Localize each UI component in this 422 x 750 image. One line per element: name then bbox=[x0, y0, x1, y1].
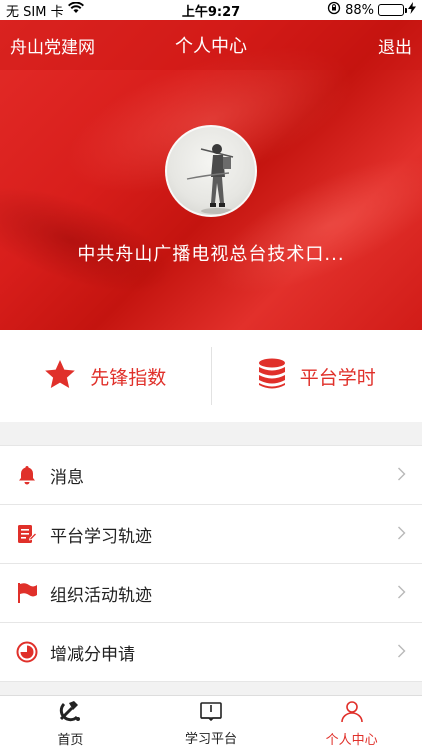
menu-item-score-application[interactable]: 增减分申请 bbox=[0, 623, 422, 682]
organization-name: 中共舟山广播电视总台技术口... bbox=[77, 244, 345, 265]
chevron-right-icon bbox=[397, 465, 406, 486]
menu-list: 消息 平台学习轨迹 组织活动轨迹 增减分申请 bbox=[0, 445, 422, 682]
status-left: 无 SIM 卡 bbox=[6, 1, 84, 20]
book-icon bbox=[199, 700, 223, 726]
menu-item-study-track[interactable]: 平台学习轨迹 bbox=[0, 505, 422, 564]
bell-icon bbox=[16, 464, 38, 486]
menu-item-label: 平台学习轨迹 bbox=[50, 526, 152, 547]
tab-study-platform[interactable]: 学习平台 bbox=[141, 696, 282, 750]
orientation-lock-icon bbox=[327, 1, 341, 19]
menu-item-label: 消息 bbox=[50, 467, 84, 488]
stats-row: 先锋指数 平台学时 bbox=[0, 330, 422, 422]
status-bar: 无 SIM 卡 上午9:27 88% bbox=[0, 0, 422, 20]
menu-item-label: 组织活动轨迹 bbox=[50, 585, 152, 606]
battery-percent: 88% bbox=[345, 2, 374, 18]
platform-hours-label: 平台学时 bbox=[299, 366, 376, 389]
carrier-text: 无 SIM 卡 bbox=[6, 4, 64, 20]
logout-button[interactable]: 退出 bbox=[378, 33, 412, 58]
study-record-icon bbox=[16, 523, 38, 545]
avatar[interactable] bbox=[165, 125, 257, 217]
chevron-right-icon bbox=[397, 642, 406, 663]
flag-icon bbox=[16, 582, 38, 604]
battery-icon bbox=[378, 4, 407, 16]
menu-item-activity-track[interactable]: 组织活动轨迹 bbox=[0, 564, 422, 623]
status-right: 88% bbox=[327, 1, 416, 19]
tab-bar: 首页 学习平台 个人中心 bbox=[0, 695, 422, 750]
party-emblem-icon bbox=[58, 699, 82, 727]
pioneer-index-button[interactable]: 先锋指数 bbox=[0, 359, 211, 394]
tab-label: 学习平台 bbox=[185, 731, 238, 747]
clock-chart-icon bbox=[16, 641, 38, 663]
database-icon bbox=[258, 358, 286, 395]
profile-header: 舟山党建网 个人中心 退出 中共舟山广播电视总台技术口... bbox=[0, 20, 422, 330]
tab-label: 个人中心 bbox=[325, 732, 378, 748]
navbar: 舟山党建网 个人中心 退出 bbox=[0, 20, 422, 70]
chevron-right-icon bbox=[397, 583, 406, 604]
menu-item-messages[interactable]: 消息 bbox=[0, 446, 422, 505]
star-icon bbox=[44, 359, 76, 394]
person-icon bbox=[340, 699, 364, 727]
tab-personal-center[interactable]: 个人中心 bbox=[281, 696, 422, 750]
pioneer-index-label: 先锋指数 bbox=[90, 366, 167, 389]
wifi-icon bbox=[67, 1, 84, 18]
tab-home[interactable]: 首页 bbox=[0, 696, 141, 750]
chevron-right-icon bbox=[397, 524, 406, 545]
platform-hours-button[interactable]: 平台学时 bbox=[212, 358, 422, 395]
charging-icon bbox=[408, 2, 416, 18]
tab-label: 首页 bbox=[57, 732, 84, 748]
site-name-link[interactable]: 舟山党建网 bbox=[10, 33, 95, 58]
avatar-figure-icon bbox=[186, 144, 234, 214]
menu-item-label: 增减分申请 bbox=[50, 644, 135, 665]
